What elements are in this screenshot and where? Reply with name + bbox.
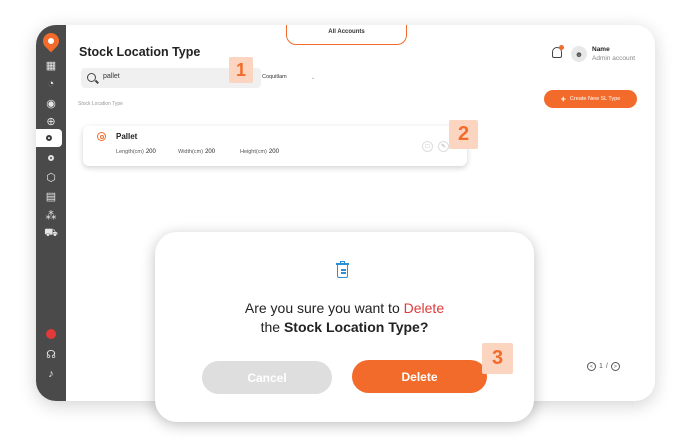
sidebar-boxes-icon[interactable]: ⁂ <box>36 206 66 224</box>
delete-icon[interactable]: □ <box>422 141 433 152</box>
search-icon <box>87 73 96 82</box>
location-select[interactable]: Coquitlam ⌄ <box>258 69 328 87</box>
logo-icon <box>39 29 63 53</box>
pagination: < 1 / > <box>587 362 620 371</box>
sidebar-box-icon[interactable]: ⬡ <box>36 168 66 186</box>
sidebar-dashboard-icon[interactable]: ▦ <box>36 56 66 74</box>
trash-icon <box>335 261 350 278</box>
page-separator: / <box>605 363 608 370</box>
sidebar-language-icon[interactable] <box>36 325 66 343</box>
sidebar-headset-icon[interactable]: ☊ <box>36 345 66 363</box>
user-role: Admin account <box>592 55 635 62</box>
notification-dot <box>559 45 564 50</box>
avatar[interactable]: ☻ <box>571 46 587 62</box>
plus-icon: + <box>560 93 566 104</box>
delete-confirm-modal: Are you sure you want to Delete the Stoc… <box>155 232 534 422</box>
height-spec: Height(cm) 200 <box>240 149 279 155</box>
delete-button[interactable]: Delete <box>352 360 487 393</box>
step-badge-3: 3 <box>482 343 513 374</box>
prev-page-icon[interactable]: < <box>587 362 596 371</box>
step-badge-2: 2 <box>449 120 478 149</box>
chevron-down-icon: ⌄ <box>311 75 316 81</box>
cancel-button[interactable]: Cancel <box>202 361 332 394</box>
width-spec: Width(cm) 200 <box>178 149 216 155</box>
all-accounts-tab[interactable]: All Accounts <box>286 25 407 45</box>
sidebar-point-icon[interactable] <box>36 149 66 167</box>
length-spec: Length(cm) 200 <box>116 149 156 155</box>
breadcrumb[interactable]: Stock Location Type <box>78 101 123 107</box>
edit-icon[interactable]: ✎ <box>438 141 449 152</box>
create-button-label: Create New SL Type <box>569 96 621 102</box>
next-page-icon[interactable]: > <box>610 362 620 371</box>
search-value: pallet <box>103 73 120 80</box>
pallet-icon <box>97 132 106 141</box>
page-title: Stock Location Type <box>79 45 201 59</box>
sidebar-target-icon[interactable]: ◉ <box>36 94 66 112</box>
confirm-line-2: the Stock Location Type? <box>260 319 429 335</box>
sidebar-document-icon[interactable]: ▤ <box>36 187 66 205</box>
stock-location-card[interactable]: Pallet Length(cm) 200 Width(cm) 200 Height… <box>83 126 467 166</box>
sidebar-truck-icon[interactable]: ⛟ <box>36 225 66 243</box>
sidebar-location-icon[interactable] <box>36 129 62 147</box>
sidebar-gauge-icon[interactable]: ◔ <box>36 75 66 93</box>
sidebar-bell-icon[interactable]: ♪ <box>36 365 66 383</box>
create-sl-type-button[interactable]: + Create New SL Type <box>544 90 637 108</box>
sidebar: ▦ ◔ ◉ ⊕ ⬡ ▤ ⁂ ⛟ ☊ ♪ <box>36 25 66 401</box>
sidebar-grid-icon[interactable]: ⊕ <box>36 112 66 130</box>
location-select-value: Coquitlam <box>262 74 287 80</box>
card-title: Pallet <box>116 132 138 141</box>
confirm-line-1: Are you sure you want to Delete <box>244 300 445 316</box>
step-badge-1: 1 <box>229 57 253 83</box>
user-name: Name <box>592 46 610 53</box>
page-number: 1 <box>599 363 603 370</box>
